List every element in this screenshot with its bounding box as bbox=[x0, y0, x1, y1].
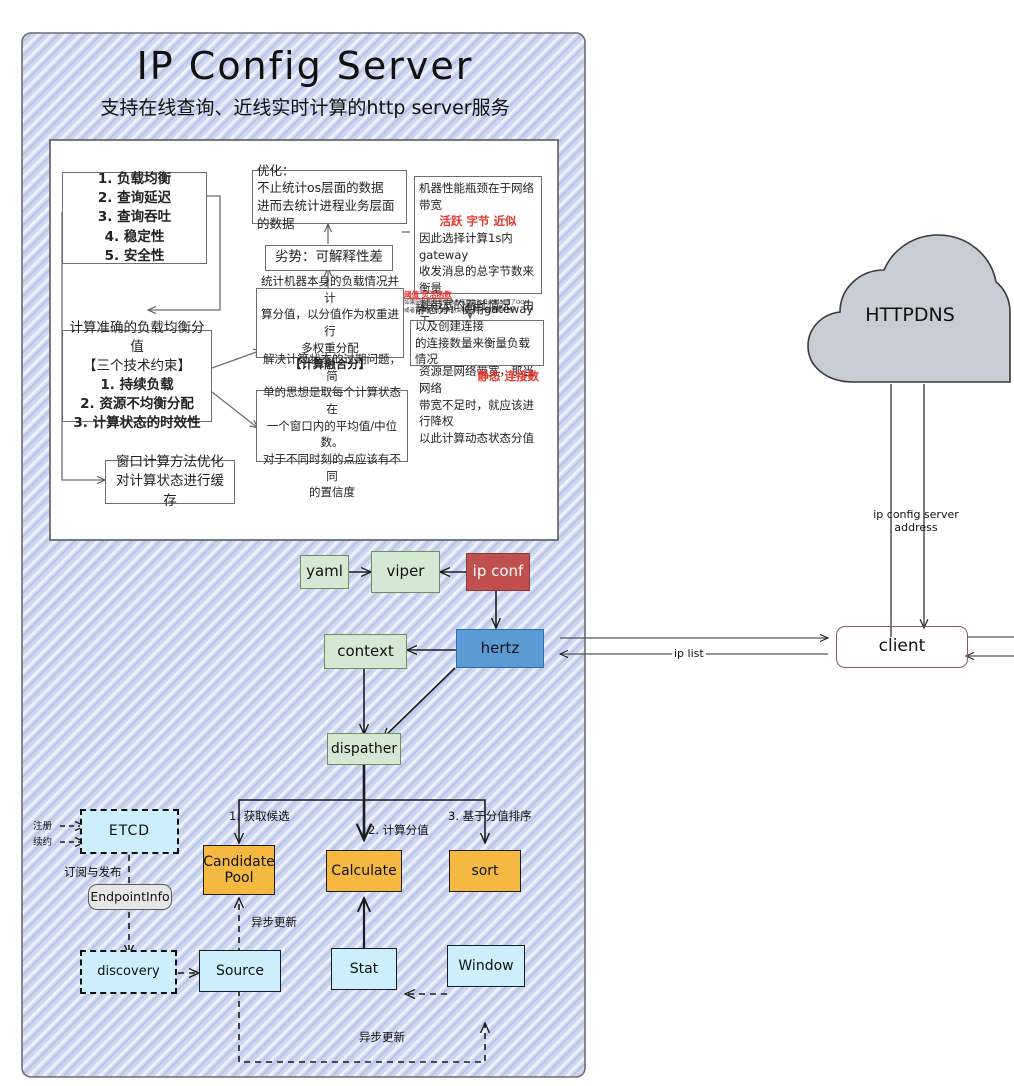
edge-label-async-update-1: 异步更新 bbox=[251, 915, 297, 929]
edge-label-register: 注册 bbox=[33, 821, 53, 832]
edge-label-renew: 续约 bbox=[33, 837, 53, 848]
node-discovery[interactable]: discovery bbox=[80, 950, 177, 994]
node-calculate[interactable]: Calculate bbox=[326, 850, 402, 892]
node-sort[interactable]: sort bbox=[449, 850, 521, 892]
optimize-box: 优化： 不止统计os层面的数据 进而去统计进程业务层面的数据 bbox=[252, 163, 407, 231]
node-candidate-pool[interactable]: Candidate Pool bbox=[203, 845, 275, 895]
node-context[interactable]: context bbox=[324, 634, 407, 669]
node-httpdns[interactable]: HTTPDNS bbox=[845, 300, 975, 330]
node-source[interactable]: Source bbox=[199, 950, 281, 992]
diagram-svg bbox=[21, 32, 1014, 1078]
edge-label-step1: 1. 获取候选 bbox=[229, 809, 290, 823]
node-client[interactable]: client bbox=[836, 626, 968, 668]
node-window[interactable]: Window bbox=[447, 945, 525, 987]
edge-label-ip-list: ip list bbox=[672, 647, 706, 660]
edge-label-step3: 3. 基于分值排序 bbox=[448, 809, 532, 823]
edge-label-ipconfig-address-l2: address bbox=[894, 521, 938, 534]
window-optimize-box: 窗口计算方法优化 对计算状态进行缓存 bbox=[105, 454, 235, 509]
panel-title: IP Config Server bbox=[136, 44, 474, 88]
node-yaml[interactable]: yaml bbox=[300, 555, 349, 589]
static-score-box: 静态分：使用gateway以及创建连接 的连接数量来衡量负载情况 静态 连接数 bbox=[410, 302, 544, 383]
edge-label-async-update-2: 异步更新 bbox=[359, 1030, 405, 1044]
panel-subtitle: 支持在线查询、近线实时计算的http server服务 bbox=[100, 96, 510, 119]
node-dispather[interactable]: dispather bbox=[327, 733, 401, 765]
node-hertz[interactable]: hertz bbox=[456, 629, 544, 668]
machine-load-box: 统计机器本身的负载情况并计 算分值，以分值作为权重进行 多权重分配 【计算融合分… bbox=[256, 274, 404, 371]
node-ip-conf[interactable]: ip conf bbox=[466, 553, 530, 591]
constraints-box: 计算准确的负载均衡分值 【三个技术约束】 1. 持续负载 2. 资源不均衡分配 … bbox=[62, 320, 212, 431]
edge-label-ipconfig-address-l1: ip config server bbox=[873, 508, 959, 521]
node-viper[interactable]: viper bbox=[371, 551, 440, 593]
expire-box: 解决计算状态的过期问题，简 单的思想是取每个计算状态在 一个窗口内的平均值/中位… bbox=[256, 352, 408, 499]
node-stat[interactable]: Stat bbox=[331, 948, 397, 990]
dynamic-score-box: 机器性能瓶颈在于网络带宽 活跃 字节 近似 因此选择计算1s内gateway 收… bbox=[414, 176, 542, 445]
weakness-box: 劣势：可解释性差 bbox=[265, 245, 393, 271]
edge-label-step2: 2. 计算分值 bbox=[368, 823, 429, 837]
requirements-box: 1. 负载均衡 2. 查询延迟 3. 查询吞吐 4. 稳定性 5. 安全性 bbox=[62, 171, 207, 264]
diagram-canvas: IP Config Server 支持在线查询、近线实时计算的http serv… bbox=[0, 0, 1014, 1086]
node-endpointinfo[interactable]: EndpointInfo bbox=[88, 884, 172, 910]
edge-label-pubsub: 订阅与发布 bbox=[64, 865, 122, 879]
node-etcd[interactable]: ETCD bbox=[80, 809, 179, 854]
